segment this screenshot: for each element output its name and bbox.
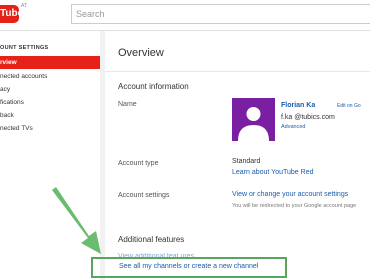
settings-sidebar: OUNT SETTINGS rview nected accounts acy … <box>0 31 100 280</box>
search-placeholder: Search <box>76 9 105 19</box>
page-title: Overview <box>118 47 164 59</box>
account-type-value: Standard <box>232 158 261 165</box>
see-all-channels-link[interactable]: See all my channels or create a new chan… <box>119 263 258 270</box>
advanced-link[interactable]: Advanced <box>281 124 305 130</box>
sidebar-section-title: OUNT SETTINGS <box>0 45 49 51</box>
sidebar-item-privacy[interactable]: acy <box>0 83 100 96</box>
sidebar-item-playback[interactable]: back <box>0 109 100 122</box>
youtube-logo[interactable]: Tube <box>0 5 23 23</box>
account-info-heading: Account information <box>118 82 189 91</box>
sidebar-item-connected-tvs[interactable]: nected TVs <box>0 122 100 135</box>
change-account-settings-link[interactable]: View or change your account settings <box>232 191 348 198</box>
edit-on-google-link[interactable]: Edit on Go <box>337 103 361 109</box>
learn-youtube-red-link[interactable]: Learn about YouTube Red <box>232 169 313 176</box>
account-email: f.ka @tubics.com <box>281 114 335 121</box>
name-label: Name <box>118 101 137 108</box>
overview-panel: Overview Account information Name Floria… <box>105 31 370 280</box>
sidebar-item-overview[interactable]: rview <box>0 56 100 69</box>
logo-country-code: AT <box>21 3 28 9</box>
sidebar-item-connected-accounts[interactable]: nected accounts <box>0 70 100 83</box>
top-bar: Tube AT Search <box>0 0 370 31</box>
sidebar-item-notifications[interactable]: fications <box>0 96 100 109</box>
account-settings-label: Account settings <box>118 192 170 199</box>
person-icon <box>238 107 269 141</box>
avatar[interactable] <box>232 98 275 141</box>
account-type-label: Account type <box>118 160 159 167</box>
additional-features-heading: Additional features <box>118 235 185 244</box>
title-divider <box>105 71 370 72</box>
search-input[interactable]: Search <box>71 4 370 24</box>
redirect-note: You will be redirected to your Google ac… <box>232 203 357 209</box>
account-display-name: Florian Ka <box>281 102 316 109</box>
